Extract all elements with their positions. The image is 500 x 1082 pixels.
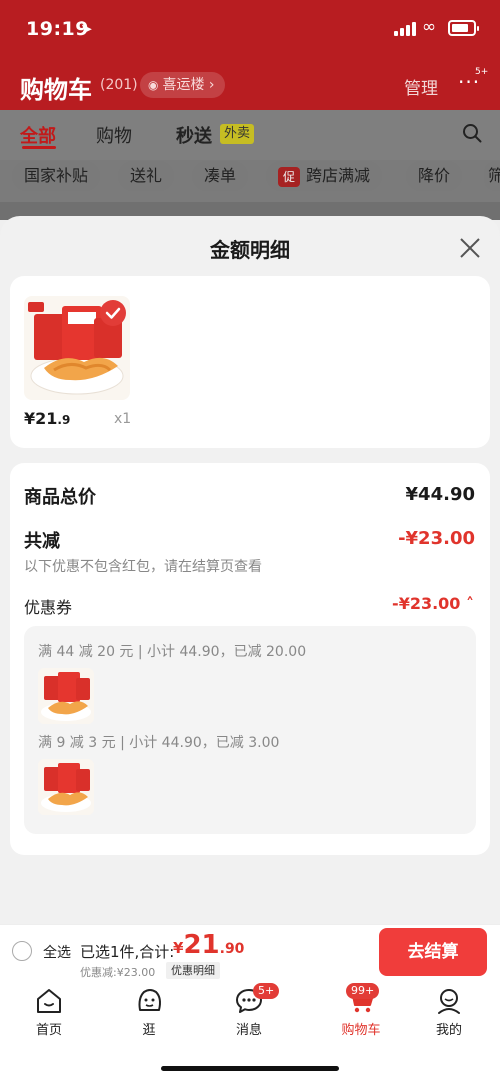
total-price-label: 商品总价 (24, 487, 96, 508)
coupon-value-toggle[interactable]: -¥23.00 ˄ (392, 594, 474, 613)
product-price: ¥21.9 (24, 409, 70, 428)
profile-icon (438, 989, 460, 1014)
status-bar: 19:19 ➤ ∞ (0, 0, 500, 58)
more-badge: 5+ (475, 67, 489, 77)
sheet-title: 金额明细 (210, 238, 290, 262)
coupon-rule-1: 满 44 减 20 元 | 小计 44.90，已减 20.00 (38, 644, 307, 660)
selected-check-icon (100, 300, 126, 326)
filter-chip-cross-store[interactable]: 促跨店满减 (266, 161, 383, 191)
reduce-value: -¥23.00 (398, 528, 475, 549)
location-arrow-icon: ➤ (80, 20, 93, 38)
tab-messages-label: 消息 (235, 1023, 262, 1038)
coupon-product-thumb (38, 668, 94, 724)
tab-active-indicator (22, 146, 56, 149)
selected-summary: 已选1件,合计: (80, 943, 175, 961)
home-icon (37, 989, 61, 1013)
product-price-frac: .9 (57, 413, 71, 427)
link-icon: ∞ (422, 17, 437, 37)
total-int: 21 (183, 930, 220, 960)
tab-shop[interactable]: 购物 (96, 122, 132, 148)
address-label: 喜运楼 (162, 77, 205, 93)
tab-cart-label: 购物车 (341, 1023, 381, 1038)
takeout-tag: 外卖 (220, 124, 255, 144)
battery-icon (448, 20, 479, 36)
tab-browse-label: 逛 (142, 1023, 156, 1038)
discount-note: 以下优惠不包含红包，请在结算页查看 (24, 559, 262, 575)
address-selector[interactable]: ◉ 喜运楼 › (140, 72, 225, 98)
filter-chip-price-drop[interactable]: 降价 (406, 161, 463, 191)
signal-icon (394, 22, 418, 36)
filter-chip-label: 跨店满减 (306, 166, 371, 185)
tab-profile-label: 我的 (435, 1023, 462, 1038)
filter-chip-gift[interactable]: 送礼 (118, 161, 175, 191)
close-icon[interactable] (458, 236, 482, 260)
select-all-label[interactable]: 全选 (43, 942, 71, 962)
cart-badge: 99+ (346, 983, 380, 999)
product-price-int: ¥21 (24, 409, 58, 428)
messages-badge: 5+ (253, 983, 280, 999)
discount-detail-button[interactable]: 优惠明细 (166, 962, 220, 979)
total-price-value: ¥44.90 (405, 484, 475, 505)
coupon-product-thumb (38, 759, 94, 815)
eye-icon: ◉ (148, 78, 159, 92)
filter-chip-addon[interactable]: 凑单 (192, 161, 249, 191)
chevron-right-icon: › (204, 77, 215, 93)
tab-home[interactable]: 首页 (14, 986, 84, 1038)
manage-button[interactable]: 管理 (404, 74, 438, 99)
cart-count: (201) (100, 77, 138, 93)
filter-chip-subsidy[interactable]: 国家补贴 (12, 161, 101, 191)
search-icon[interactable] (462, 123, 482, 143)
promo-icon: 促 (278, 166, 300, 187)
reduce-label: 共减 (24, 531, 60, 552)
total-frac: .90 (219, 941, 245, 957)
browse-icon (138, 989, 161, 1011)
product-qty: x1 (114, 411, 132, 427)
checkout-button[interactable]: 去结算 (379, 928, 487, 976)
tab-home-label: 首页 (35, 1023, 62, 1038)
home-indicator (161, 1066, 339, 1071)
tab-seckill[interactable]: 秒送 (176, 122, 212, 148)
select-all-radio[interactable] (12, 941, 32, 961)
total-currency: ¥ (173, 939, 184, 957)
cart-title: 购物车 (20, 76, 92, 104)
coupon-rule-2: 满 9 减 3 元 | 小计 44.90，已减 3.00 (38, 735, 280, 751)
tab-all[interactable]: 全部 (20, 122, 56, 148)
coupon-label: 优惠券 (24, 598, 73, 617)
discount-summary: 优惠减:¥23.00 (80, 966, 156, 979)
tab-browse[interactable]: 逛 (114, 986, 184, 1038)
tab-profile[interactable]: 我的 (414, 986, 484, 1038)
filter-chip-more[interactable]: 筛 (484, 161, 500, 191)
checkout-total: ¥21.90 (173, 930, 244, 960)
